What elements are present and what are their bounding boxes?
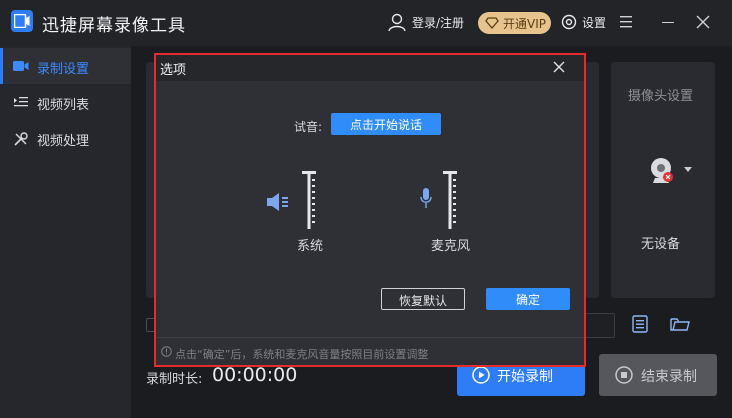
microphone-volume-label: 麦克风 [431, 239, 471, 254]
confirm-label: 确定 [515, 293, 540, 307]
user-icon[interactable] [387, 12, 407, 32]
webcam-icon[interactable] [650, 157, 676, 185]
sidebar: 录制设置 视频列表 视频处理 [0, 46, 131, 418]
start-speaking-button[interactable]: 点击开始说话 [331, 113, 441, 135]
output-path-input[interactable] [583, 313, 615, 338]
sidebar-item-video-processing[interactable]: 视频处理 [0, 120, 131, 156]
camera-settings-title: 摄像头设置 [628, 89, 694, 104]
open-vip-button[interactable]: 开通VIP [478, 12, 551, 34]
record-duration-value: 00:00:00 [212, 364, 298, 386]
play-icon [472, 366, 490, 384]
record-duration-label: 录制时长: [146, 372, 203, 387]
sidebar-item-label: 视频处理 [37, 134, 90, 149]
confirm-button[interactable]: 确定 [486, 288, 570, 310]
sidebar-item-label: 录制设置 [37, 62, 90, 77]
diamond-icon [485, 17, 499, 29]
minimize-button[interactable] [662, 22, 674, 23]
info-icon [161, 346, 172, 357]
stop-icon [615, 366, 633, 384]
stop-recording-button[interactable]: 结束录制 [599, 354, 717, 396]
camera-icon [13, 61, 29, 71]
audio-panel-edge [585, 62, 599, 298]
sidebar-item-video-list[interactable]: 视频列表 [0, 84, 131, 120]
start-speaking-label: 点击开始说话 [349, 118, 422, 132]
gear-icon[interactable] [561, 14, 577, 30]
list-play-icon [14, 97, 28, 107]
system-volume-slider[interactable] [299, 171, 319, 231]
dialog-title: 选项 [160, 63, 187, 78]
file-list-icon[interactable] [632, 315, 648, 333]
dialog-close-icon[interactable] [553, 61, 565, 73]
start-recording-label: 开始录制 [497, 369, 553, 385]
dialog-divider [156, 337, 584, 338]
app-logo-icon [11, 10, 33, 32]
speaker-icon [267, 193, 288, 211]
dialog-header: 选项 [156, 55, 584, 81]
title-bar: 迅捷屏幕录像工具 登录/注册 开通VIP 设置 [0, 0, 732, 46]
camera-status: 无设备 [641, 237, 681, 252]
restore-defaults-button[interactable]: 恢复默认 [381, 288, 465, 310]
tools-icon [14, 132, 28, 146]
sidebar-item-record-settings[interactable]: 录制设置 [0, 48, 131, 84]
output-path-field[interactable] [146, 318, 154, 332]
sound-test-label: 试音: [294, 120, 323, 134]
options-dialog: 选项 试音: 点击开始说话 系统 麦克风 恢复默认 确定 点击“确定”后，系统和… [156, 55, 584, 365]
microphone-volume-slider[interactable] [440, 171, 460, 231]
settings-button[interactable]: 设置 [582, 14, 606, 31]
microphone-icon [420, 188, 432, 208]
stop-recording-label: 结束录制 [641, 369, 697, 385]
system-volume-label: 系统 [297, 239, 324, 254]
camera-dropdown-icon[interactable] [684, 167, 692, 172]
menu-icon[interactable] [620, 16, 634, 28]
dialog-tip: 点击“确定”后，系统和麦克风音量按照目前设置调整 [175, 348, 429, 361]
window-close-icon[interactable] [696, 15, 710, 29]
login-register-link[interactable]: 登录/注册 [412, 14, 464, 31]
folder-icon[interactable] [670, 316, 690, 332]
restore-defaults-label: 恢复默认 [398, 294, 447, 308]
open-vip-label: 开通VIP [503, 17, 546, 31]
sidebar-item-label: 视频列表 [37, 98, 90, 113]
app-title: 迅捷屏幕录像工具 [42, 16, 186, 36]
